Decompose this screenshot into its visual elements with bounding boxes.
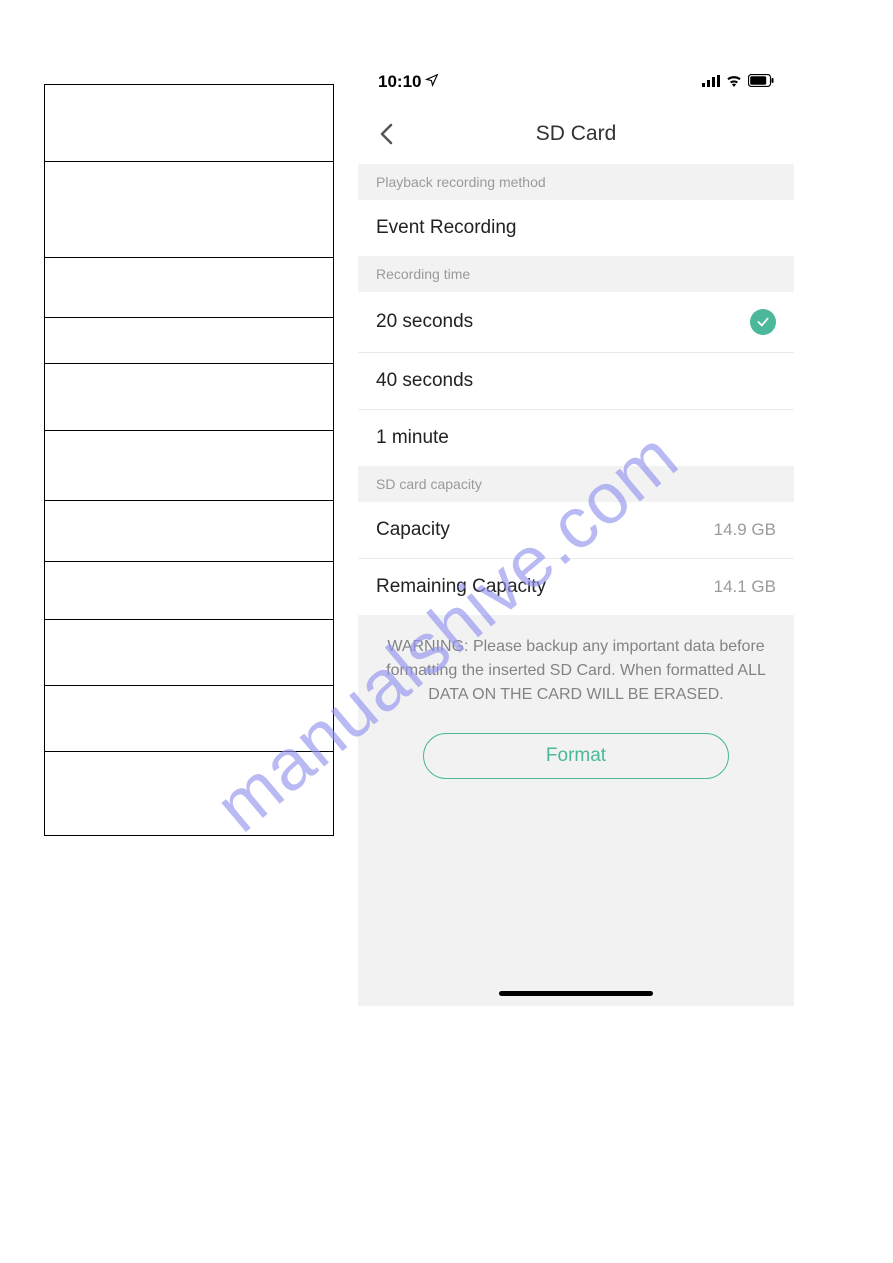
section-header-capacity: SD card capacity	[358, 466, 794, 502]
remaining-label: Remaining Capacity	[376, 576, 546, 598]
home-indicator[interactable]	[499, 991, 653, 996]
capacity-label: Capacity	[376, 519, 450, 541]
back-button[interactable]	[374, 122, 398, 146]
section-header-playback: Playback recording method	[358, 164, 794, 200]
table-row	[45, 562, 333, 620]
remaining-capacity-row: Remaining Capacity 14.1 GB	[358, 559, 794, 615]
empty-table	[44, 84, 334, 836]
wifi-icon	[726, 72, 742, 92]
option-label: 40 seconds	[376, 370, 473, 392]
playback-method-value: Event Recording	[376, 217, 516, 239]
clock: 10:10	[378, 72, 421, 92]
option-label: 20 seconds	[376, 311, 473, 333]
remaining-value: 14.1 GB	[714, 577, 776, 597]
section-header-recording-time: Recording time	[358, 256, 794, 292]
battery-icon	[748, 72, 774, 92]
capacity-value: 14.9 GB	[714, 520, 776, 540]
format-button[interactable]: Format	[423, 733, 729, 779]
playback-method-row[interactable]: Event Recording	[358, 200, 794, 256]
recording-time-option[interactable]: 1 minute	[358, 410, 794, 466]
table-row	[45, 162, 333, 258]
status-bar: 10:10	[358, 60, 794, 104]
location-icon	[425, 72, 439, 92]
table-row	[45, 501, 333, 562]
table-row	[45, 258, 333, 318]
table-row	[45, 620, 333, 686]
recording-time-option[interactable]: 20 seconds	[358, 292, 794, 353]
capacity-row: Capacity 14.9 GB	[358, 502, 794, 559]
warning-section: WARNING: Please backup any important dat…	[358, 615, 794, 805]
table-row	[45, 686, 333, 752]
recording-time-option[interactable]: 40 seconds	[358, 353, 794, 410]
table-row	[45, 364, 333, 431]
table-row	[45, 85, 333, 162]
table-row	[45, 431, 333, 501]
check-icon	[750, 309, 776, 335]
page-title: SD Card	[358, 122, 794, 146]
warning-text: WARNING: Please backup any important dat…	[382, 635, 770, 707]
table-row	[45, 318, 333, 364]
phone-screen: 10:10	[358, 60, 794, 1006]
signal-icon	[702, 72, 720, 92]
table-row	[45, 752, 333, 836]
option-label: 1 minute	[376, 427, 449, 449]
nav-header: SD Card	[358, 104, 794, 164]
